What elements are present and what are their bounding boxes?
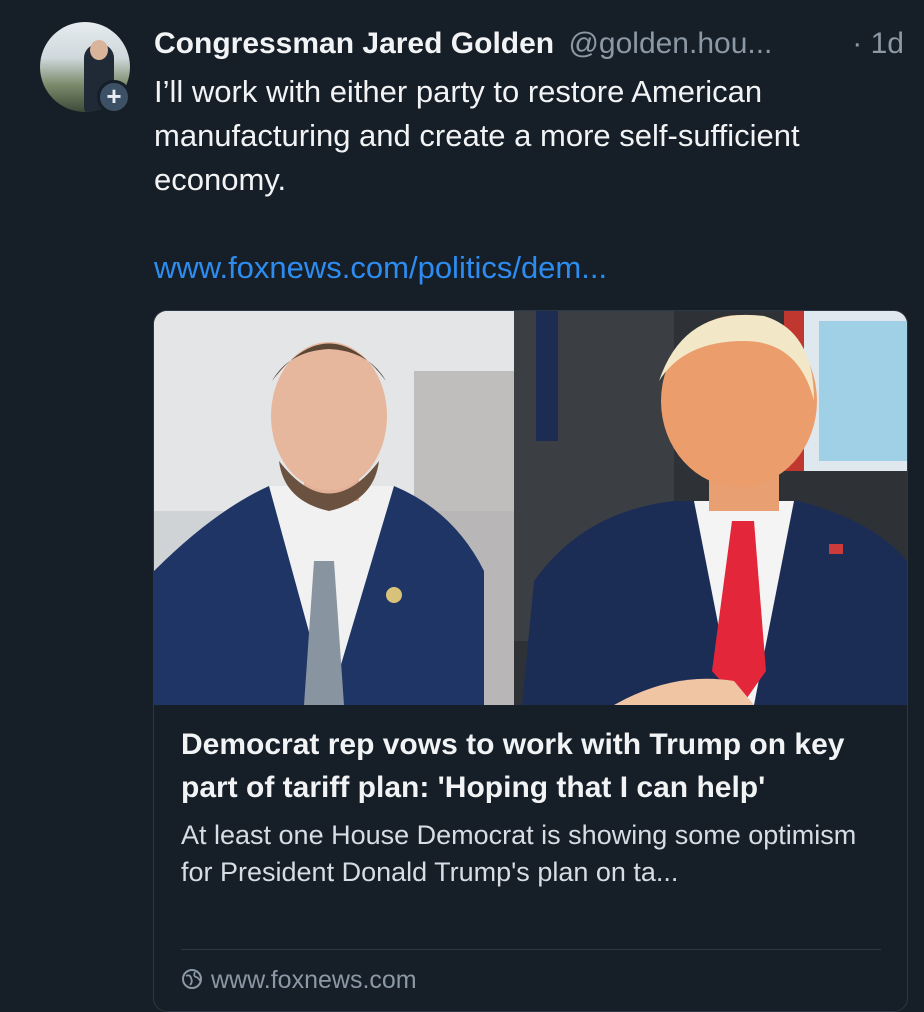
card-thumbnail bbox=[154, 311, 907, 705]
card-divider bbox=[181, 949, 881, 950]
post-text: I’ll work with either party to restore A… bbox=[154, 74, 800, 197]
card-domain-row[interactable]: www.foxnews.com bbox=[181, 963, 417, 997]
card-thumbnail-image bbox=[154, 311, 907, 705]
card-body: Democrat rep vows to work with Trump on … bbox=[181, 723, 881, 891]
author-handle[interactable]: @golden.hou... bbox=[568, 27, 772, 60]
post-timestamp[interactable]: · 1d bbox=[852, 22, 904, 66]
globe-icon bbox=[182, 969, 202, 990]
author-name[interactable]: Congressman Jared Golden bbox=[154, 27, 554, 60]
post[interactable]: + Congressman Jared Golden @golden.hou..… bbox=[0, 0, 924, 1012]
avatar-head bbox=[90, 40, 108, 60]
link-preview-card[interactable]: Democrat rep vows to work with Trump on … bbox=[153, 310, 908, 1012]
post-header: Congressman Jared Golden @golden.hou... … bbox=[154, 22, 914, 66]
card-title[interactable]: Democrat rep vows to work with Trump on … bbox=[181, 723, 881, 809]
post-link[interactable]: www.foxnews.com/politics/dem... bbox=[154, 246, 607, 290]
follow-plus-icon[interactable]: + bbox=[97, 80, 131, 114]
card-domain: www.foxnews.com bbox=[211, 966, 417, 994]
card-description: At least one House Democrat is showing s… bbox=[181, 820, 857, 887]
